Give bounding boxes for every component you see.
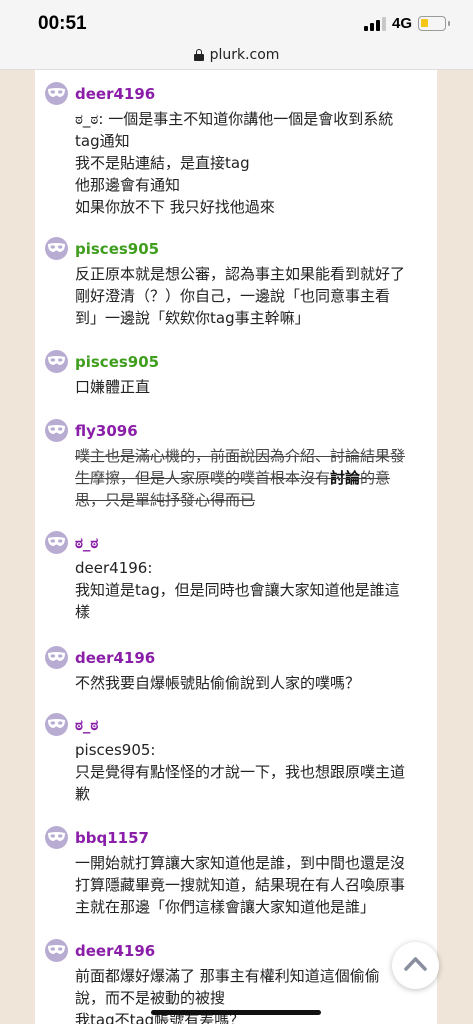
response-content: 一開始就打算讓大家知道他是誰，到中間也還是沒 打算隱藏畢竟一搜就知道，結果現在有… <box>75 852 435 918</box>
response-content: deer4196: 我知道是tag，但是同時也會讓大家知道他是誰這 樣 <box>75 557 435 623</box>
response-line: 只是覺得有點怪怪的才說一下，我也想跟原噗主道 <box>75 763 406 781</box>
response-line: 一開始就打算讓大家知道他是誰，到中間也還是沒 <box>75 854 406 872</box>
response-username[interactable]: bbq1157 <box>75 829 149 848</box>
response-content: 反正原本就是想公審，認為事主如果能看到就好了 剛好澄清（？）你自己，一邊說「也同… <box>75 263 435 329</box>
response-content: 不然我要自爆帳號貼偷偷說到人家的噗嗎？ <box>75 672 435 694</box>
response-username[interactable]: fly3096 <box>75 422 138 441</box>
response-line: 如果你放不下 我只好找他過來 <box>75 198 275 216</box>
home-indicator[interactable] <box>151 1010 321 1015</box>
response-username[interactable]: pisces905 <box>75 240 159 259</box>
anonymous-mask-icon[interactable] <box>45 713 68 736</box>
signal-icon <box>364 17 386 31</box>
response-line: 打算隱藏畢竟一搜就知道，結果現在有人召喚原事 <box>75 876 406 894</box>
response-line: 前面都爆好爆滿了 那事主有權利知道這個偷偷 <box>75 967 380 985</box>
response-line: 樣 <box>75 603 91 621</box>
url-text: plurk.com <box>209 46 280 63</box>
response-line: 說，而不是被動的被搜 <box>75 989 226 1007</box>
struck-text: 的意 <box>360 469 391 487</box>
response-line: 我不是貼連結，是直接tag <box>75 154 250 172</box>
anonymous-mask-icon[interactable] <box>45 939 68 962</box>
anonymous-mask-icon[interactable] <box>45 350 68 373</box>
anonymous-mask-icon[interactable] <box>45 646 68 669</box>
response-line: 口嫌體正直 <box>75 378 151 396</box>
response-content: 前面都爆好爆滿了 那事主有權利知道這個偷偷 說，而不是被動的被搜 我tag不ta… <box>75 965 435 1024</box>
anonymous-mask-icon[interactable] <box>45 531 68 554</box>
response-content: pisces905: 只是覺得有點怪怪的才說一下，我也想跟原噗主道 歉 <box>75 739 435 805</box>
anonymous-mask-icon[interactable] <box>45 82 68 105</box>
network-type: 4G <box>392 15 413 32</box>
response-username[interactable]: pisces905 <box>75 353 159 372</box>
response-line: 到」一邊說「欸欸你tag事主幹嘛」 <box>75 309 310 327</box>
chevron-up-icon <box>404 957 427 971</box>
response-content: 口嫌體正直 <box>75 376 435 398</box>
response-line: 他那邊會有通知 <box>75 176 181 194</box>
address-bar[interactable]: plurk.com <box>0 40 473 70</box>
anonymous-mask-icon[interactable] <box>45 419 68 442</box>
struck-line: 生摩擦，但是人家原噗的噗首根本沒有討論的意 <box>75 467 435 489</box>
response-line: tag通知 <box>75 132 130 150</box>
response-line: 我知道是tag，但是同時也會讓大家知道他是誰這 <box>75 581 400 599</box>
response-username[interactable]: deer4196 <box>75 942 155 961</box>
status-bar: 00:51 4G <box>0 0 473 40</box>
response-line: 反正原本就是想公審，認為事主如果能看到就好了 <box>75 265 406 283</box>
lock-icon <box>193 48 204 61</box>
response-line: 主就在那邊「你們這樣會讓大家知道他是誰」 <box>75 898 376 916</box>
response-username[interactable]: deer4196 <box>75 649 155 668</box>
battery-icon <box>418 16 450 31</box>
struck-line: 思，只是單純抒發心得而已 <box>75 491 256 509</box>
response-line: 歉 <box>75 785 91 803</box>
struck-text: 生摩擦，但是人家原噗的噗首根本沒有 <box>75 469 331 487</box>
struck-line: 噗主也是滿心機的，前面說因為介紹、討論結果發 <box>75 447 406 465</box>
scroll-top-button[interactable] <box>392 942 439 989</box>
response-username[interactable]: deer4196 <box>75 85 155 104</box>
anonymous-mask-icon[interactable] <box>45 237 68 260</box>
response-line: ಠ_ಠ: 一個是事主不知道你講他一個是會收到系統 <box>75 110 394 128</box>
anonymous-mask-icon[interactable] <box>45 826 68 849</box>
response-username[interactable]: ಠ_ಠ <box>75 716 98 735</box>
response-username[interactable]: ಠ_ಠ <box>75 534 98 553</box>
response-content: ಠ_ಠ: 一個是事主不知道你講他一個是會收到系統 tag通知 我不是貼連結，是直… <box>75 108 435 218</box>
response-content: 噗主也是滿心機的，前面說因為介紹、討論結果發 生摩擦，但是人家原噗的噗首根本沒有… <box>75 445 435 511</box>
response-line: 剛好澄清（？）你自己，一邊說「也同意事主看 <box>75 287 391 305</box>
status-time: 00:51 <box>38 13 87 34</box>
response-line: pisces905: <box>75 741 156 759</box>
response-list: deer4196 ಠ_ಠ: 一個是事主不知道你講他一個是會收到系統 tag通知 … <box>35 70 437 1024</box>
response-line: 不然我要自爆帳號貼偷偷說到人家的噗嗎？ <box>75 674 361 692</box>
response-line: deer4196: <box>75 559 153 577</box>
bold-text: 討論 <box>330 469 361 487</box>
